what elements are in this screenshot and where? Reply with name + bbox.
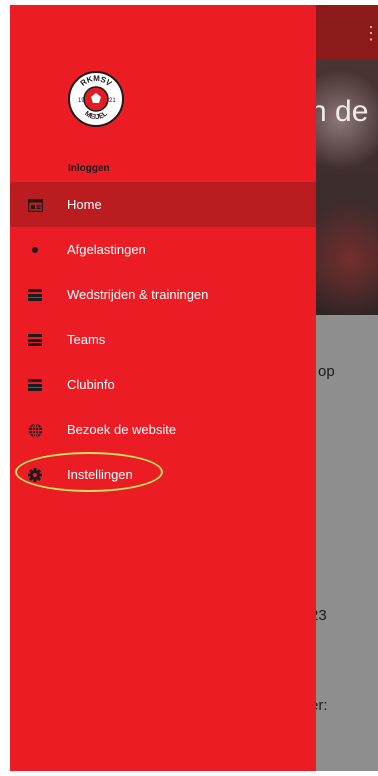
gear-icon [27,467,43,483]
drawer-item-label: Wedstrijden & trainingen [67,287,209,302]
background-hero-text: n de [310,95,369,128]
navigation-drawer: RKMSV MEIJEL 19 21 Inloggen Home Afgelas… [10,5,316,771]
drawer-menu: Home Afgelastingen Wedstrijden & trainin… [10,182,316,497]
globe-icon [27,422,43,438]
login-link[interactable]: Inloggen [68,163,110,174]
overflow-menu-icon[interactable]: ⋮ [362,23,378,43]
drawer-item-instellingen[interactable]: Instellingen [10,452,316,497]
drawer-item-teams[interactable]: Teams [10,317,316,362]
drawer-item-label: Bezoek de website [67,422,177,437]
drawer-item-label: Afgelastingen [67,242,146,257]
drawer-item-label: Teams [67,332,106,347]
list-icon [27,287,43,303]
app-screen: ⋮ n de op 23 er: RKMSV MEIJEL 19 21 Inlo… [10,5,378,771]
list-icon [27,332,43,348]
club-logo: RKMSV MEIJEL 19 21 [68,71,124,127]
logo-year-left: 19 [78,98,85,104]
dot-icon [27,242,43,258]
home-icon [27,197,43,213]
drawer-item-website[interactable]: Bezoek de website [10,407,316,452]
drawer-item-home[interactable]: Home [10,182,316,227]
list-icon [27,377,43,393]
drawer-item-clubinfo[interactable]: Clubinfo [10,362,316,407]
drawer-item-afgelastingen[interactable]: Afgelastingen [10,227,316,272]
drawer-item-label: Instellingen [67,467,133,482]
drawer-item-label: Clubinfo [67,377,115,392]
drawer-item-wedstrijden[interactable]: Wedstrijden & trainingen [10,272,316,317]
drawer-item-label: Home [67,197,102,212]
logo-year-right: 21 [109,98,116,104]
background-text-line: op [318,363,335,380]
